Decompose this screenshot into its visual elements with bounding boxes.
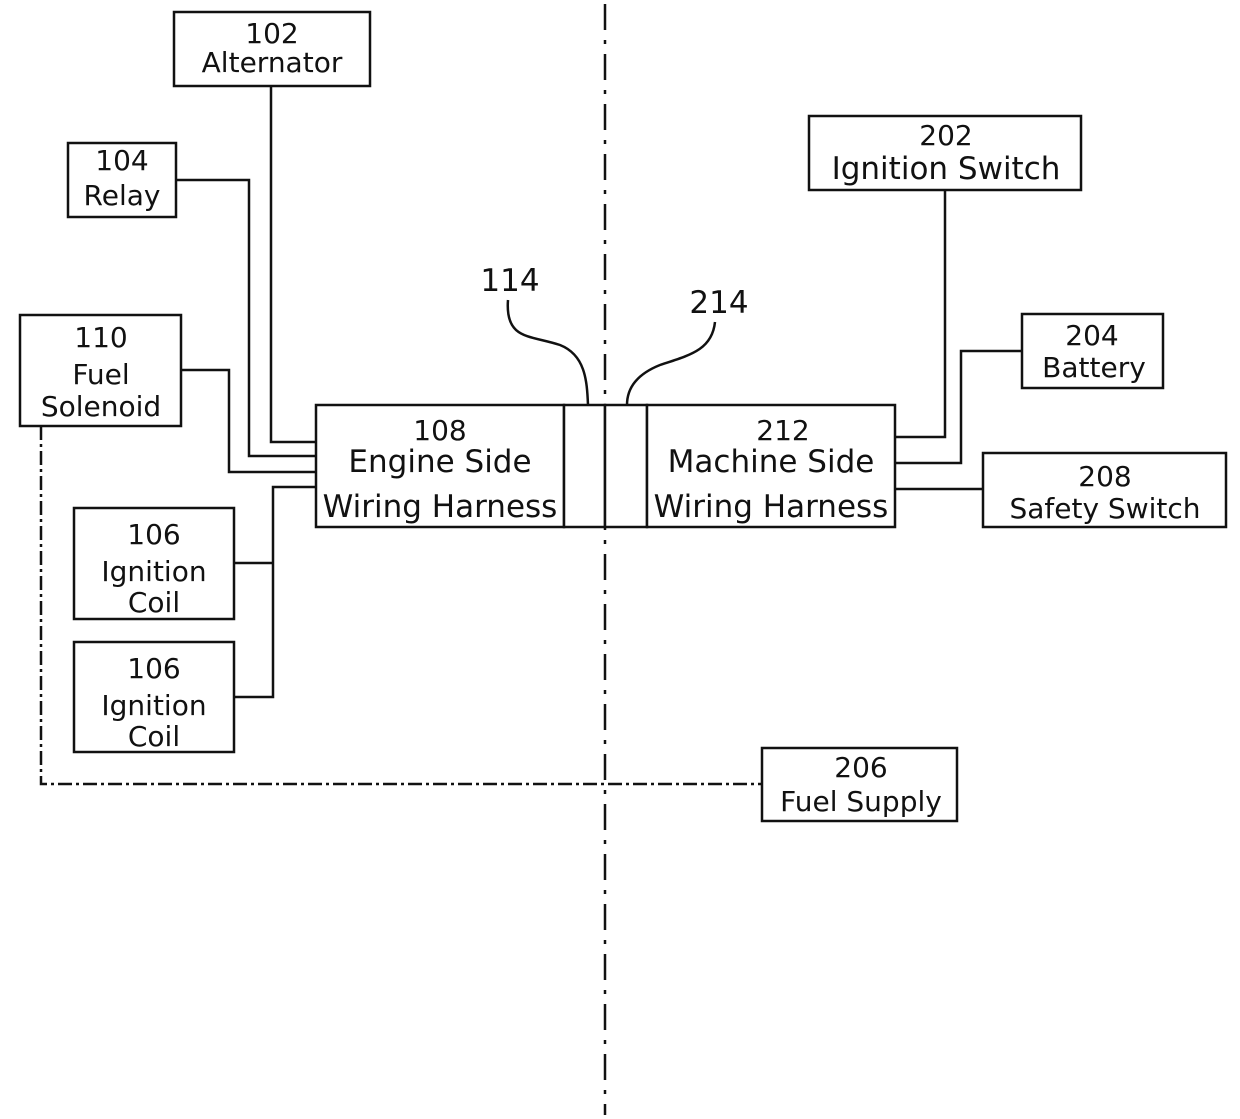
wire-relay-to-engine-harness	[176, 178, 316, 458]
safety-switch-name: Safety Switch	[1009, 492, 1200, 525]
component-relay: 104 Relay	[66, 141, 178, 219]
wire-ignition-coils-to-engine-harness	[234, 485, 316, 699]
ignition-coil-2-name-line2: Coil	[128, 720, 180, 753]
machine-harness-name-line2: Wiring Harness	[654, 489, 889, 525]
wiring-diagram: 102 Alternator 104 Relay 110 Fuel Soleno…	[18, 4, 1228, 1115]
component-battery: 204 Battery	[1020, 312, 1165, 390]
safety-switch-ref: 208	[1078, 460, 1131, 493]
component-engine-side-harness: 108 Engine Side Wiring Harness	[314, 403, 566, 529]
fuel-supply-name: Fuel Supply	[780, 785, 942, 818]
callout-leader-214	[625, 321, 717, 406]
component-safety-switch: 208 Safety Switch	[981, 451, 1228, 529]
ignition-coil-1-name-line2: Coil	[128, 586, 180, 619]
ignition-switch-ref: 202	[919, 119, 972, 152]
component-ignition-switch: 202 Ignition Switch	[807, 114, 1083, 192]
machine-harness-ref: 212	[756, 414, 809, 447]
callout-label-114: 114	[480, 263, 539, 299]
component-machine-side-harness: 212 Machine Side Wiring Harness	[645, 403, 897, 529]
wire-alternator-to-engine-harness	[269, 86, 316, 444]
engine-harness-name-line2: Wiring Harness	[323, 489, 558, 525]
engine-harness-name-line1: Engine Side	[348, 444, 531, 480]
component-fuel-solenoid: 110 Fuel Solenoid	[18, 313, 183, 428]
component-alternator: 102 Alternator	[172, 10, 372, 88]
callout-label-214: 214	[689, 285, 748, 321]
engine-side-connector	[562, 403, 607, 529]
fuel-solenoid-ref: 110	[74, 321, 127, 354]
ignition-coil-1-ref: 106	[127, 518, 180, 551]
wire-ignition-switch-to-machine-harness	[895, 190, 947, 439]
fuel-solenoid-name-line2: Solenoid	[41, 390, 161, 423]
relay-ref: 104	[95, 144, 148, 177]
machine-side-connector	[603, 403, 649, 529]
ignition-switch-name: Ignition Switch	[832, 151, 1061, 187]
machine-harness-name-line1: Machine Side	[668, 444, 875, 480]
fuel-supply-ref: 206	[834, 751, 887, 784]
relay-name: Relay	[84, 179, 161, 212]
ignition-coil-2-name-line1: Ignition	[101, 689, 206, 722]
battery-name: Battery	[1042, 351, 1146, 384]
battery-ref: 204	[1065, 319, 1118, 352]
fuel-solenoid-name-line1: Fuel	[72, 358, 129, 391]
component-ignition-coil-2: 106 Ignition Coil	[72, 640, 236, 754]
component-ignition-coil-1: 106 Ignition Coil	[72, 506, 236, 621]
alternator-name: Alternator	[202, 46, 343, 79]
component-fuel-supply: 206 Fuel Supply	[760, 746, 959, 823]
engine-harness-ref: 108	[413, 414, 466, 447]
ignition-coil-1-name-line1: Ignition	[101, 555, 206, 588]
ignition-coil-2-ref: 106	[127, 652, 180, 685]
callout-leader-114	[506, 299, 590, 406]
wire-battery-to-machine-harness	[895, 349, 1022, 465]
